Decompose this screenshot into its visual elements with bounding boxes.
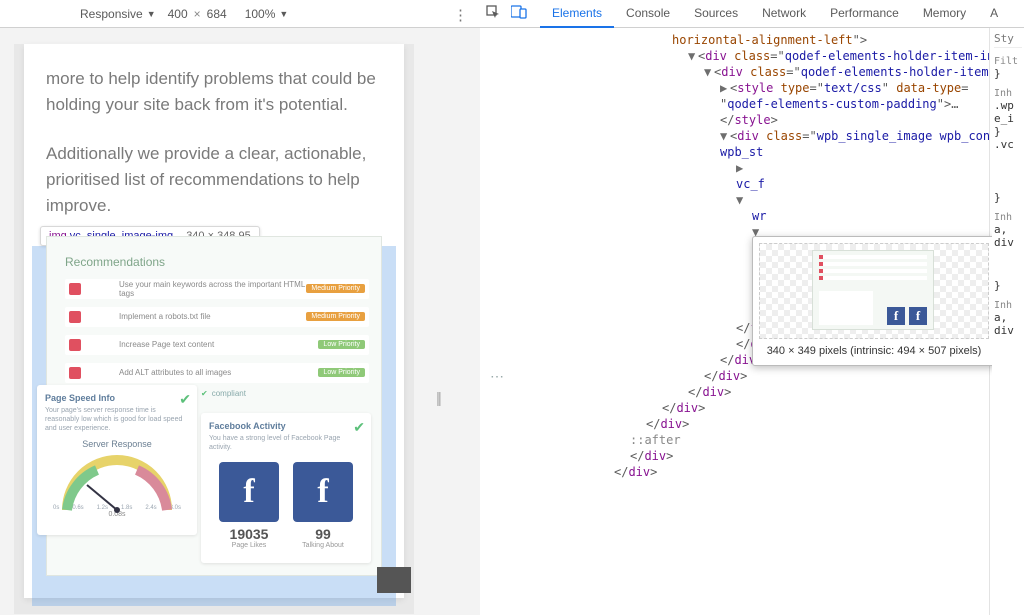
recommendation-row: Implement a robots.txt fileMedium Priori… <box>65 307 369 327</box>
devtools-toolbar: Elements Console Sources Network Perform… <box>480 0 1024 28</box>
device-toolbar-more-icon[interactable]: ⋮ <box>453 6 468 24</box>
chevron-down-icon: ▼ <box>147 9 156 19</box>
toggle-device-toolbar-icon[interactable] <box>506 5 532 22</box>
recommendation-row: Increase Page text contentLow Priority <box>65 335 369 355</box>
viewport-width-input[interactable]: 400 <box>168 7 188 21</box>
rendered-page: more to help identify problems that coul… <box>24 44 404 598</box>
check-icon: ✔ <box>201 389 208 398</box>
dom-gutter-marker: ⋯ <box>490 368 504 385</box>
body-paragraph: Additionally we provide a clear, actiona… <box>46 141 382 220</box>
pane-resize-handle[interactable]: || <box>436 390 440 407</box>
times-icon: × <box>194 7 201 21</box>
recommendation-row: Use your main keywords across the import… <box>65 279 369 299</box>
viewport-height-input[interactable]: 684 <box>207 7 227 21</box>
image-hover-preview: f f 340 × 349 pixels (intrinsic: 494 × 5… <box>752 236 996 366</box>
facebook-icon: f <box>293 462 353 522</box>
gauge-icon <box>57 455 177 515</box>
recommendation-row: Add ALT attributes to all imagesLow Prio… <box>65 363 369 383</box>
zoom-select[interactable]: 100%▼ <box>245 7 289 21</box>
device-viewport: more to help identify problems that coul… <box>0 28 480 615</box>
devtools-tabs: Elements Console Sources Network Perform… <box>540 0 1010 28</box>
inspect-element-icon[interactable] <box>480 5 506 22</box>
tab-network[interactable]: Network <box>750 0 818 28</box>
body-paragraph: more to help identify problems that coul… <box>46 66 382 119</box>
inspected-image[interactable]: Recommendations Use your main keywords a… <box>46 236 382 576</box>
recommendations-heading: Recommendations <box>65 255 165 269</box>
tab-more[interactable]: A <box>978 0 1010 28</box>
tab-memory[interactable]: Memory <box>911 0 978 28</box>
styles-sidebar[interactable]: Sty Filt } Inh .wp e_i } .vc } Inh a, di… <box>992 28 1024 615</box>
tab-elements[interactable]: Elements <box>540 0 614 28</box>
tab-sources[interactable]: Sources <box>682 0 750 28</box>
tab-performance[interactable]: Performance <box>818 0 911 28</box>
scroll-to-top-button[interactable] <box>377 567 411 593</box>
device-mode-select[interactable]: Responsive▼ <box>80 7 156 21</box>
tab-console[interactable]: Console <box>614 0 682 28</box>
facebook-activity-card: ✔ Facebook Activity You have a strong le… <box>201 413 371 563</box>
check-icon: ✔ <box>353 419 365 436</box>
page-speed-card: ✔ Page Speed Info Your page's server res… <box>37 385 197 535</box>
device-toolbar: Responsive▼ 400 × 684 100%▼ ⋮ <box>0 0 480 28</box>
check-icon: ✔ <box>179 391 191 408</box>
facebook-icon: f <box>219 462 279 522</box>
pseudo-after: ::after <box>628 432 989 448</box>
chevron-down-icon: ▼ <box>279 9 288 19</box>
